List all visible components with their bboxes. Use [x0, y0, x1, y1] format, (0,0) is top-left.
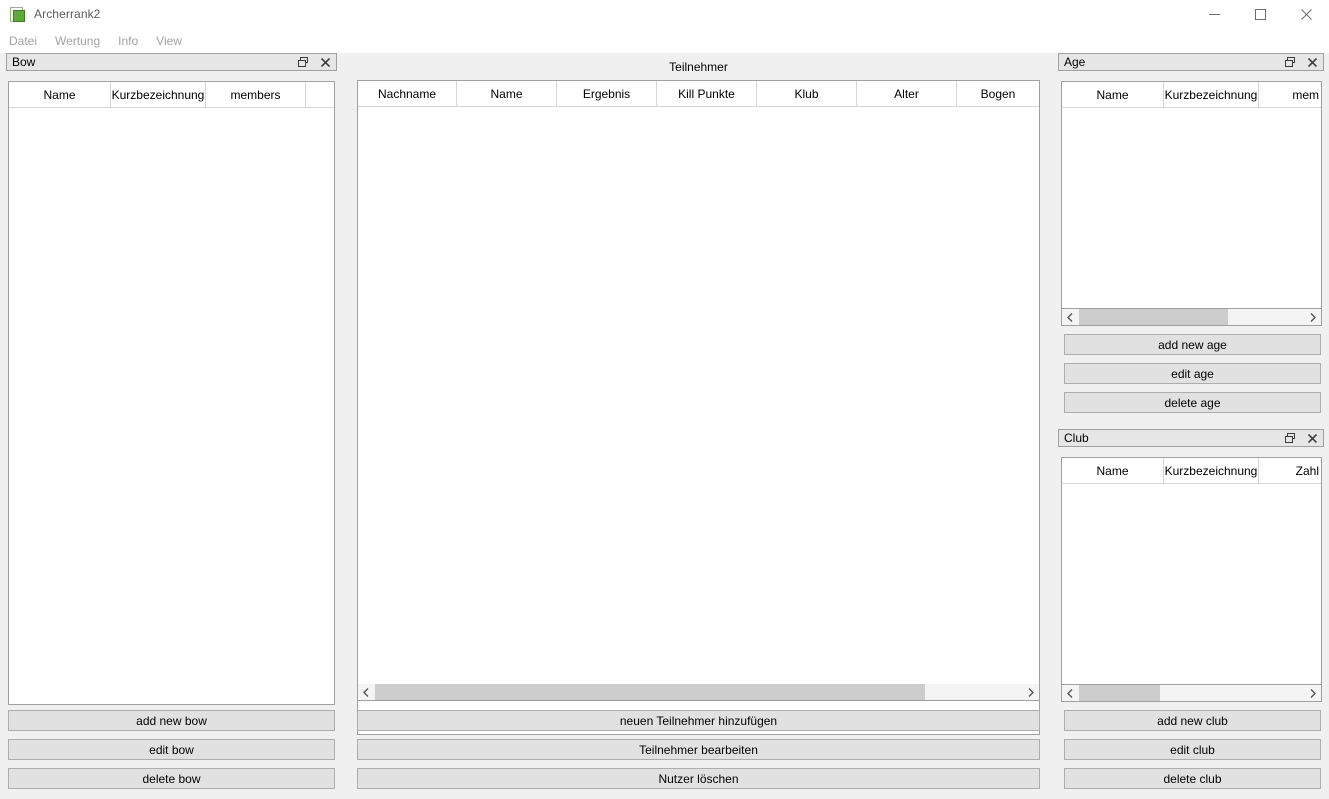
close-icon	[1300, 8, 1312, 20]
add-new-age-button[interactable]: add new age	[1064, 334, 1321, 355]
teilnehmer-col-nachname[interactable]: Nachname	[358, 81, 457, 106]
workspace: Bow Name Kurzbezeichnung members add new…	[0, 53, 1329, 799]
teilnehmer-col-alter[interactable]: Alter	[857, 81, 957, 106]
age-scroll-track[interactable]	[1079, 309, 1304, 325]
panel-bow-titlebar-buttons	[296, 55, 336, 69]
club-table-body[interactable]	[1062, 484, 1321, 684]
edit-teilnehmer-button[interactable]: Teilnehmer bearbeiten	[357, 739, 1040, 760]
menu-item-info[interactable]: Info	[118, 31, 147, 51]
close-icon[interactable]	[1305, 55, 1319, 69]
age-table-header: Name Kurzbezeichnung mem	[1062, 82, 1321, 108]
club-col-name[interactable]: Name	[1062, 458, 1164, 483]
add-teilnehmer-button[interactable]: neuen Teilnehmer hinzufügen	[357, 710, 1040, 731]
restore-window-icon[interactable]	[1283, 431, 1297, 445]
age-scroll-thumb[interactable]	[1079, 309, 1228, 325]
teilnehmer-table-body[interactable]	[358, 107, 1039, 734]
chevron-left-icon[interactable]	[1062, 309, 1079, 325]
maximize-icon	[1254, 8, 1266, 20]
chevron-right-icon[interactable]	[1304, 309, 1321, 325]
bow-col-kurzbezeichnung[interactable]: Kurzbezeichnung	[111, 82, 206, 107]
teilnehmer-col-name[interactable]: Name	[457, 81, 557, 106]
teilnehmer-col-klub[interactable]: Klub	[757, 81, 857, 106]
panel-club-title: Club	[1064, 431, 1089, 445]
chevron-left-icon[interactable]	[1062, 685, 1079, 701]
restore-window-icon[interactable]	[1283, 55, 1297, 69]
add-new-club-button[interactable]: add new club	[1064, 710, 1321, 731]
delete-club-button[interactable]: delete club	[1064, 768, 1321, 789]
teilnehmer-scroll-thumb[interactable]	[375, 684, 925, 700]
club-col-kurzbezeichnung[interactable]: Kurzbezeichnung	[1164, 458, 1259, 483]
age-table[interactable]: Name Kurzbezeichnung mem	[1061, 81, 1322, 309]
menu-item-datei[interactable]: Datei	[9, 31, 46, 51]
club-scroll-thumb[interactable]	[1079, 685, 1160, 701]
panel-club-titlebar[interactable]: Club	[1058, 429, 1324, 447]
teilnehmer-table[interactable]: Nachname Name Ergebnis Kill Punkte Klub …	[357, 80, 1040, 735]
add-new-bow-button[interactable]: add new bow	[8, 710, 335, 731]
bow-col-spacer	[306, 82, 334, 107]
club-table-header: Name Kurzbezeichnung Zahl	[1062, 458, 1321, 484]
teilnehmer-table-header: Nachname Name Ergebnis Kill Punkte Klub …	[358, 81, 1039, 107]
teilnehmer-col-bogen[interactable]: Bogen	[957, 81, 1039, 106]
panel-age-title: Age	[1064, 55, 1086, 69]
panel-club-titlebar-buttons	[1283, 431, 1323, 445]
panel-age: Age Name Kurzbezeichnung mem add new age…	[1058, 53, 1324, 423]
edit-age-button[interactable]: edit age	[1064, 363, 1321, 384]
panel-age-titlebar-buttons	[1283, 55, 1323, 69]
menubar: Datei Wertung Info View	[0, 28, 1329, 53]
bow-col-name[interactable]: Name	[9, 82, 111, 107]
close-icon[interactable]	[318, 55, 332, 69]
panel-age-titlebar[interactable]: Age	[1058, 53, 1324, 71]
age-col-name[interactable]: Name	[1062, 82, 1164, 107]
panel-teilnehmer-title: Teilnehmer	[669, 60, 728, 74]
menu-item-wertung[interactable]: Wertung	[55, 31, 109, 51]
delete-bow-button[interactable]: delete bow	[8, 768, 335, 789]
close-button[interactable]	[1283, 0, 1329, 28]
bow-col-members[interactable]: members	[206, 82, 306, 107]
menu-item-view[interactable]: View	[156, 31, 191, 51]
club-table[interactable]: Name Kurzbezeichnung Zahl	[1061, 457, 1322, 685]
age-hscrollbar[interactable]	[1061, 309, 1322, 326]
window-controls	[1191, 0, 1329, 28]
chevron-right-icon[interactable]	[1304, 685, 1321, 701]
club-col-zahl[interactable]: Zahl	[1259, 458, 1321, 483]
bow-table-header: Name Kurzbezeichnung members	[9, 82, 334, 108]
minimize-button[interactable]	[1191, 0, 1237, 28]
bow-table-body[interactable]	[9, 108, 334, 704]
panel-teilnehmer: Teilnehmer Nachname Name Ergebnis Kill P…	[356, 53, 1041, 799]
teilnehmer-hscrollbar[interactable]	[357, 684, 1040, 701]
chevron-left-icon[interactable]	[358, 684, 375, 700]
bow-table[interactable]: Name Kurzbezeichnung members	[8, 81, 335, 705]
window-title: Archerrank2	[34, 7, 101, 21]
maximize-button[interactable]	[1237, 0, 1283, 28]
window-titlebar: Archerrank2	[0, 0, 1329, 28]
delete-teilnehmer-button[interactable]: Nutzer löschen	[357, 768, 1040, 789]
panel-bow-titlebar[interactable]: Bow	[6, 53, 337, 71]
club-scroll-track[interactable]	[1079, 685, 1304, 701]
panel-club: Club Name Kurzbezeichnung Zahl add new c…	[1058, 429, 1324, 799]
age-col-members[interactable]: mem	[1259, 82, 1321, 107]
edit-bow-button[interactable]: edit bow	[8, 739, 335, 760]
app-document-icon	[9, 6, 25, 22]
panel-bow: Bow Name Kurzbezeichnung members add new…	[6, 53, 337, 799]
teilnehmer-scroll-track[interactable]	[375, 684, 1022, 700]
teilnehmer-col-ergebnis[interactable]: Ergebnis	[557, 81, 657, 106]
age-table-body[interactable]	[1062, 108, 1321, 308]
edit-club-button[interactable]: edit club	[1064, 739, 1321, 760]
minimize-icon	[1208, 9, 1220, 20]
close-icon[interactable]	[1305, 431, 1319, 445]
panel-bow-title: Bow	[12, 55, 36, 69]
teilnehmer-col-kill-punkte[interactable]: Kill Punkte	[657, 81, 757, 106]
delete-age-button[interactable]: delete age	[1064, 392, 1321, 413]
restore-window-icon[interactable]	[296, 55, 310, 69]
age-col-kurzbezeichnung[interactable]: Kurzbezeichnung	[1164, 82, 1259, 107]
chevron-right-icon[interactable]	[1022, 684, 1039, 700]
club-hscrollbar[interactable]	[1061, 685, 1322, 702]
